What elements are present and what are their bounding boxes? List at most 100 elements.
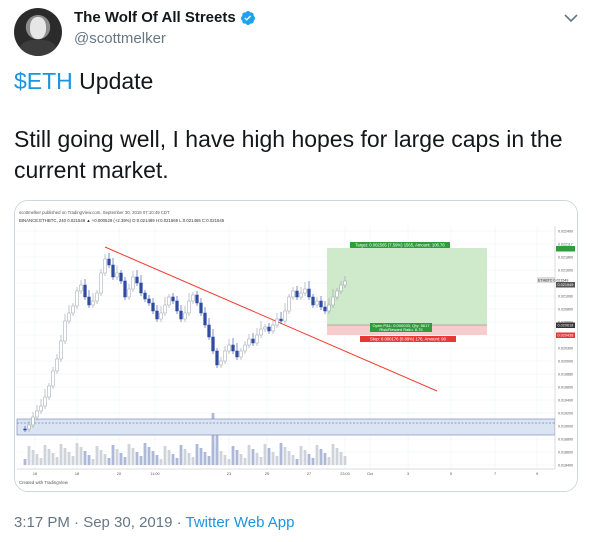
display-name-row[interactable]: The Wolf Of All Streets (74, 9, 256, 26)
candle-body (119, 272, 123, 282)
candle-body (87, 296, 91, 306)
candle-body (263, 326, 267, 330)
volume-bar (43, 445, 47, 465)
volume-bar (303, 450, 307, 465)
volume-bar (171, 454, 175, 465)
volume-bar (255, 453, 259, 465)
volume-bar (55, 457, 59, 465)
cashtag-link[interactable]: $ETH (14, 68, 73, 94)
stop-price-tag: 0.020438 (558, 334, 574, 338)
volume-bar (95, 446, 99, 465)
time-tick-label: 23 (227, 472, 231, 476)
volume-bar (183, 449, 187, 465)
time-tick-label: 5 (450, 472, 452, 476)
volume-bar (139, 456, 143, 465)
tweet-timestamp[interactable]: 3:17 PM · Sep 30, 2019 (14, 514, 172, 531)
candle-body (287, 296, 291, 312)
volume-bar (191, 457, 195, 465)
candle-body (175, 300, 179, 312)
candle-body (83, 284, 87, 298)
volume-bar (151, 451, 155, 465)
candle-body (71, 305, 75, 314)
target-price-tag-bg (556, 246, 575, 252)
volume-bar (271, 452, 275, 465)
candle-body (271, 324, 275, 332)
chevron-down-icon[interactable] (561, 8, 581, 28)
price-tick-label: 0.019000 (558, 424, 573, 428)
tweet-media-chart[interactable]: scottmelker published on TradingView.com… (14, 200, 578, 492)
volume-bar (135, 452, 139, 465)
candle-body (111, 264, 115, 278)
volume-bar (267, 448, 271, 465)
time-tick-label: 20 (117, 472, 121, 476)
candle-body (319, 300, 323, 308)
candle-body (63, 320, 67, 342)
candle-body (115, 272, 119, 278)
entry-price-tag: 0.020618 (558, 324, 574, 328)
volume-bar (227, 459, 231, 465)
volume-bar (195, 444, 199, 465)
volume-bar (235, 450, 239, 465)
volume-bar (115, 449, 119, 465)
target-zone (327, 248, 487, 325)
candle-body (243, 344, 247, 352)
volume-bar (23, 459, 27, 465)
volume-bar (319, 449, 323, 465)
price-tick-label: 0.019600 (558, 385, 573, 389)
volume-bar (163, 446, 167, 465)
candle-body (259, 328, 263, 336)
price-tick-label: 0.022400 (558, 229, 573, 233)
price-tick-label: 0.018800 (558, 437, 573, 441)
volume-bar (247, 445, 251, 465)
volume-bar (275, 456, 279, 465)
chart-header-published: scottmelker published on TradingView.com… (19, 210, 170, 215)
avatar-shoulders (20, 40, 56, 56)
volume-bar (155, 455, 159, 465)
candle-body (143, 292, 147, 300)
candle-body (79, 284, 83, 292)
price-tick-label: 0.018600 (558, 450, 573, 454)
avatar[interactable] (14, 8, 62, 56)
volume-bar (179, 445, 183, 465)
candle-body (211, 336, 215, 352)
candle-body (311, 296, 315, 306)
time-tick-label: 9 (536, 472, 538, 476)
tweet-text-body: Still going well, I have high hopes for … (14, 126, 563, 183)
volume-bar (279, 443, 283, 465)
candle-body (163, 304, 167, 314)
candle-body (35, 410, 39, 418)
candle-body (255, 334, 259, 344)
ratio-label: Risk/Reward Ratio: 8.75 (379, 327, 423, 332)
current-price-tag: 0.021549 (558, 283, 574, 287)
volume-bar (287, 451, 291, 465)
volume-bar (327, 457, 331, 465)
candle-body (95, 292, 99, 302)
candle-body (195, 294, 199, 304)
volume-bar (91, 459, 95, 465)
user-handle[interactable]: @scottmelker (74, 30, 166, 47)
candle-body (107, 258, 111, 266)
candle-body (27, 424, 31, 430)
volume-bar (59, 444, 63, 465)
candle-body (323, 306, 327, 312)
candle-body (183, 312, 187, 320)
tweet-source[interactable]: Twitter Web App (186, 514, 295, 531)
volume-bar (107, 458, 111, 465)
candle-body (43, 396, 47, 407)
chart-footer: Created with TradingView (19, 480, 69, 485)
candle-body (231, 344, 235, 352)
display-name[interactable]: The Wolf Of All Streets (74, 9, 236, 26)
candle-body (91, 300, 95, 306)
time-tick-label: 3 (407, 472, 409, 476)
time-tick-label: 11:00 (150, 472, 159, 476)
candle-body (251, 338, 255, 344)
volume-bar (35, 454, 39, 465)
candle-body (131, 276, 135, 290)
volume-bar (47, 449, 51, 465)
volume-bar (243, 458, 247, 465)
volume-bar (187, 453, 191, 465)
candle-body (283, 310, 287, 322)
volume-bar (239, 454, 243, 465)
avatar-face (30, 17, 46, 39)
candle-body (155, 310, 159, 320)
